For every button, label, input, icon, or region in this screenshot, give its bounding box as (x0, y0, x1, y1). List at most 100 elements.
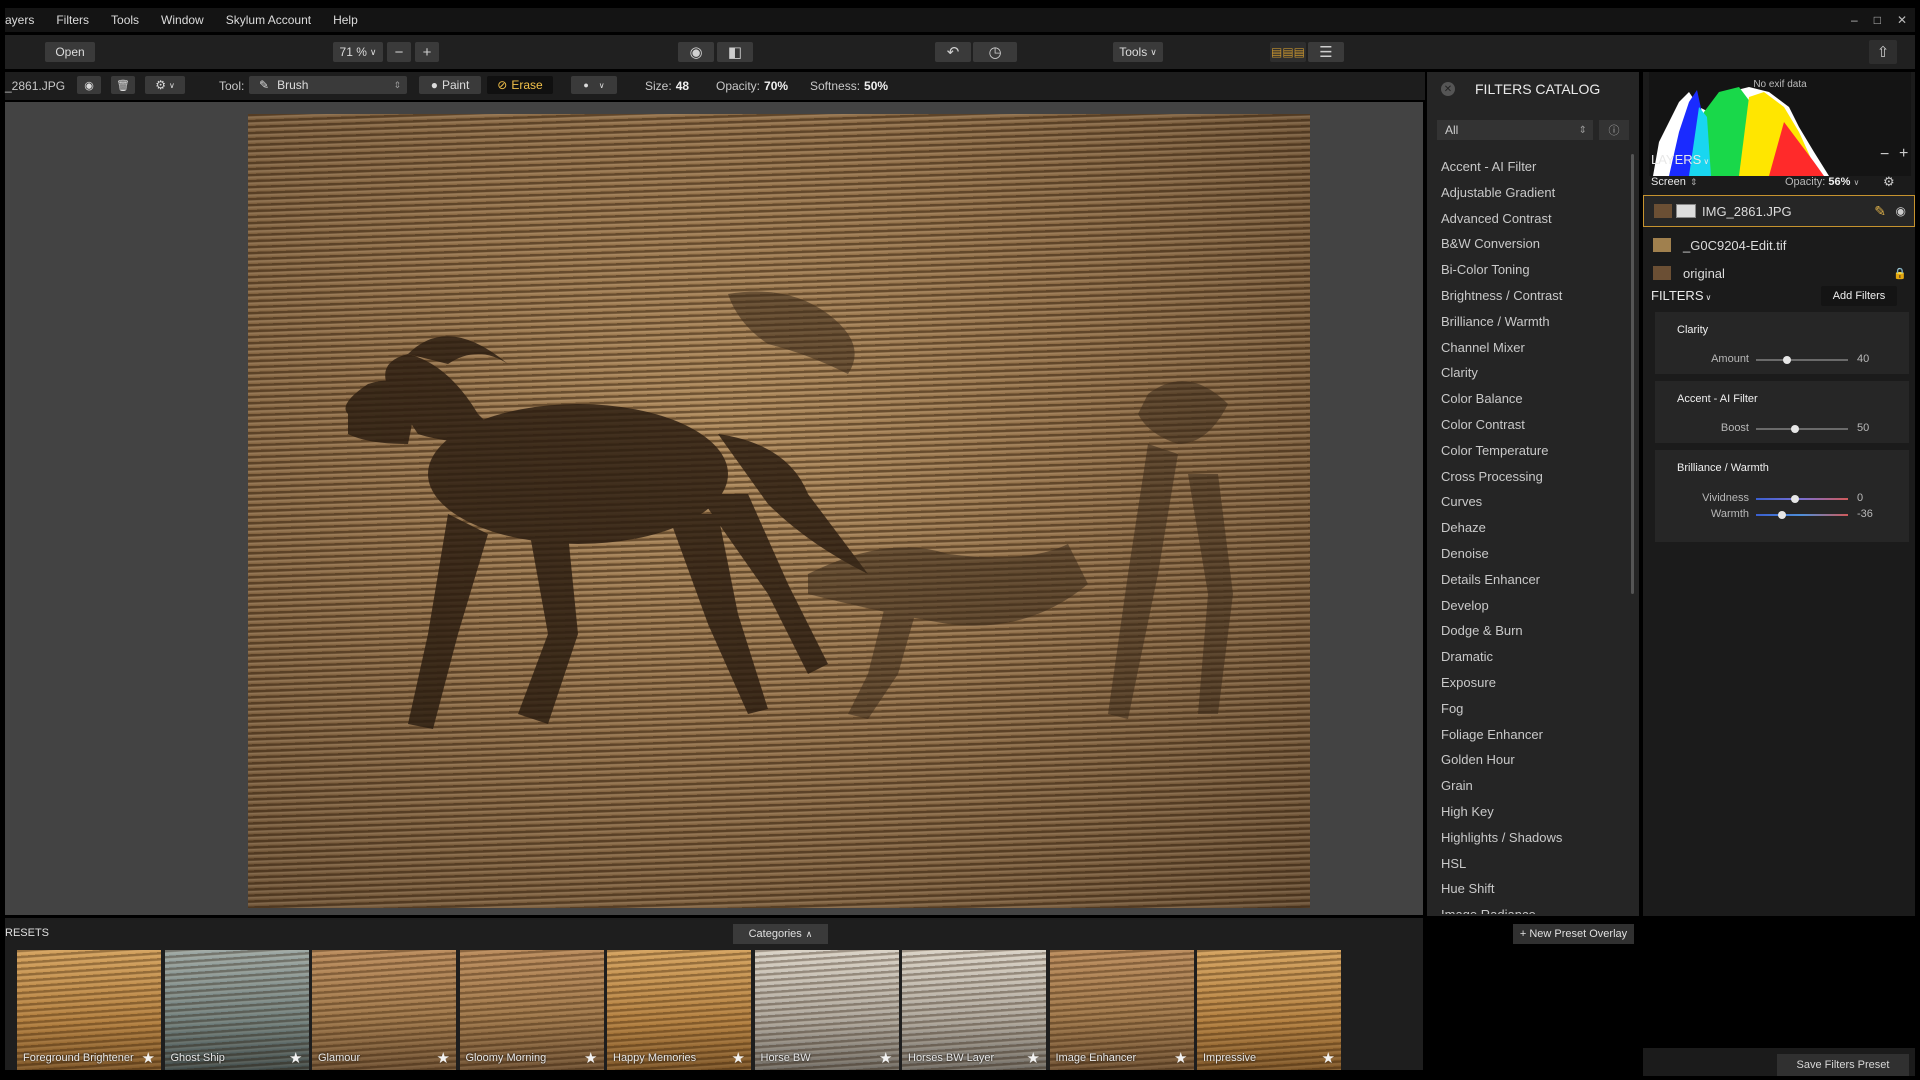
catalog-item[interactable]: HSL (1441, 851, 1631, 877)
layer-opacity[interactable]: Opacity: 56% ∨ (1785, 176, 1859, 188)
photo-canvas[interactable] (248, 114, 1310, 908)
zoom-out-button[interactable]: − (387, 42, 411, 62)
catalog-item[interactable]: Curves (1441, 489, 1631, 515)
preset-tile[interactable]: Glamour ★ (312, 950, 456, 1070)
catalog-item[interactable]: Denoise (1441, 541, 1631, 567)
preset-tile[interactable]: Horse BW ★ (754, 950, 899, 1070)
filter-card-title[interactable]: Brilliance / Warmth (1677, 462, 1769, 474)
catalog-item[interactable]: Bi-Color Toning (1441, 257, 1631, 283)
catalog-item[interactable]: Dramatic (1441, 644, 1631, 670)
favorite-star-icon[interactable]: ★ (437, 1049, 450, 1067)
catalog-item[interactable]: Cross Processing (1441, 464, 1631, 490)
tool-select[interactable]: ✎ Brush ⇕ (249, 76, 407, 94)
eye-icon[interactable]: ◉ (1896, 204, 1906, 218)
favorite-star-icon[interactable]: ★ (1322, 1049, 1335, 1067)
save-filters-preset-button[interactable]: Save Filters Preset (1777, 1054, 1909, 1076)
preset-tile[interactable]: Impressive ★ (1197, 950, 1341, 1070)
mask-settings-button[interactable]: ⚙ ∨ (145, 76, 185, 94)
blend-mode-select[interactable]: Screen ⇕ (1651, 176, 1697, 188)
presets-view-button[interactable]: ▤▤▤ (1270, 42, 1306, 62)
catalog-item[interactable]: Adjustable Gradient (1441, 180, 1631, 206)
softness-option[interactable]: Softness: 50% (810, 79, 888, 93)
catalog-item[interactable]: Grain (1441, 773, 1631, 799)
adjustments-button[interactable]: ☰ (1308, 42, 1344, 62)
catalog-item[interactable]: Hue Shift (1441, 876, 1631, 902)
catalog-item[interactable]: Highlights / Shadows (1441, 825, 1631, 851)
tools-dropdown[interactable]: Tools ∨ (1113, 42, 1163, 62)
layer-row-original[interactable]: original 🔒 (1643, 257, 1915, 289)
catalog-item[interactable]: Develop (1441, 593, 1631, 619)
catalog-item[interactable]: Exposure (1441, 670, 1631, 696)
paint-button[interactable]: ● Paint (419, 76, 481, 94)
opacity-option[interactable]: Opacity: 70% (716, 79, 788, 93)
preset-tile[interactable]: Ghost Ship ★ (164, 950, 309, 1070)
favorite-star-icon[interactable]: ★ (142, 1049, 155, 1067)
slider-track[interactable] (1756, 511, 1848, 519)
catalog-item[interactable]: Channel Mixer (1441, 335, 1631, 361)
favorite-star-icon[interactable]: ★ (879, 1049, 892, 1067)
layer-row-img-2861[interactable]: IMG_2861.JPG ✎ ◉ (1643, 195, 1915, 227)
catalog-item[interactable]: B&W Conversion (1441, 231, 1631, 257)
minimize-icon[interactable]: – (1851, 13, 1858, 27)
erase-button[interactable]: ⊘ Erase (487, 76, 553, 94)
canvas-area[interactable] (5, 102, 1423, 915)
slider-track[interactable] (1756, 495, 1848, 503)
catalog-category-select[interactable]: All ⇕ (1437, 120, 1593, 140)
maximize-icon[interactable]: □ (1874, 13, 1881, 27)
close-catalog-icon[interactable]: ✕ (1441, 82, 1455, 96)
undo-button[interactable]: ↶ (935, 42, 971, 62)
history-button[interactable]: ◷ (973, 42, 1017, 62)
open-button[interactable]: Open (45, 42, 95, 62)
catalog-item[interactable]: Accent - AI Filter (1441, 154, 1631, 180)
filters-title[interactable]: FILTERS ∨ (1651, 288, 1711, 303)
remove-layer-icon[interactable]: − (1880, 146, 1889, 164)
preset-tile[interactable]: Happy Memories ★ (607, 950, 751, 1070)
warmth-slider[interactable]: Warmth -36 (1655, 508, 1909, 522)
preset-tile[interactable]: Foreground Brightener ★ (17, 950, 161, 1070)
mask-visibility-button[interactable]: ◉ (77, 76, 101, 94)
close-icon[interactable]: ✕ (1897, 13, 1907, 27)
preview-button[interactable]: ◉ (678, 42, 714, 62)
menu-tools[interactable]: Tools (100, 13, 150, 27)
preset-tile[interactable]: Horses BW Layer ★ (902, 950, 1046, 1070)
slider-knob[interactable] (1790, 425, 1799, 433)
compare-button[interactable]: ◧ (717, 42, 753, 62)
zoom-in-button[interactable]: + (415, 42, 439, 62)
catalog-item[interactable]: Advanced Contrast (1441, 206, 1631, 232)
layer-settings-icon[interactable]: ⚙ (1883, 174, 1895, 190)
catalog-item[interactable]: Brightness / Contrast (1441, 283, 1631, 309)
zoom-dropdown[interactable]: 71 % ∨ (333, 42, 383, 62)
preset-tile[interactable]: Gloomy Morning ★ (459, 950, 604, 1070)
favorite-star-icon[interactable]: ★ (584, 1049, 597, 1067)
catalog-item[interactable]: Brilliance / Warmth (1441, 309, 1631, 335)
catalog-item[interactable]: Color Balance (1441, 386, 1631, 412)
catalog-scrollbar[interactable] (1631, 154, 1634, 594)
amount-slider[interactable]: Amount 40 (1655, 353, 1909, 367)
catalog-item[interactable]: Foliage Enhancer (1441, 722, 1631, 748)
vividness-slider[interactable]: Vividness 0 (1655, 492, 1909, 506)
new-preset-overlay-button[interactable]: + New Preset Overlay (1513, 924, 1634, 944)
share-button[interactable]: ⇧ (1869, 40, 1897, 64)
filter-card-title[interactable]: Accent - AI Filter (1677, 393, 1758, 405)
favorite-star-icon[interactable]: ★ (1027, 1049, 1040, 1067)
slider-knob[interactable] (1783, 356, 1792, 364)
boost-slider[interactable]: Boost 50 (1655, 422, 1909, 436)
brush-icon[interactable]: ✎ (1874, 203, 1886, 220)
layers-title[interactable]: LAYERS ∨ (1651, 152, 1709, 167)
slider-track[interactable] (1756, 356, 1848, 364)
catalog-item[interactable]: Color Temperature (1441, 438, 1631, 464)
catalog-item[interactable]: Clarity (1441, 360, 1631, 386)
favorite-star-icon[interactable]: ★ (732, 1049, 745, 1067)
menu-layers[interactable]: ayers (5, 13, 45, 27)
slider-knob[interactable] (1777, 511, 1786, 519)
catalog-item[interactable]: Golden Hour (1441, 747, 1631, 773)
layer-mask-thumbnail[interactable] (1676, 204, 1696, 218)
favorite-star-icon[interactable]: ★ (1174, 1049, 1187, 1067)
menu-filters[interactable]: Filters (45, 13, 100, 27)
brush-preset-button[interactable]: ● ∨ (571, 76, 617, 94)
catalog-item[interactable]: Details Enhancer (1441, 567, 1631, 593)
catalog-item[interactable]: Image Radiance (1441, 902, 1631, 914)
menu-window[interactable]: Window (150, 13, 215, 27)
catalog-item[interactable]: Fog (1441, 696, 1631, 722)
catalog-item[interactable]: Color Contrast (1441, 412, 1631, 438)
